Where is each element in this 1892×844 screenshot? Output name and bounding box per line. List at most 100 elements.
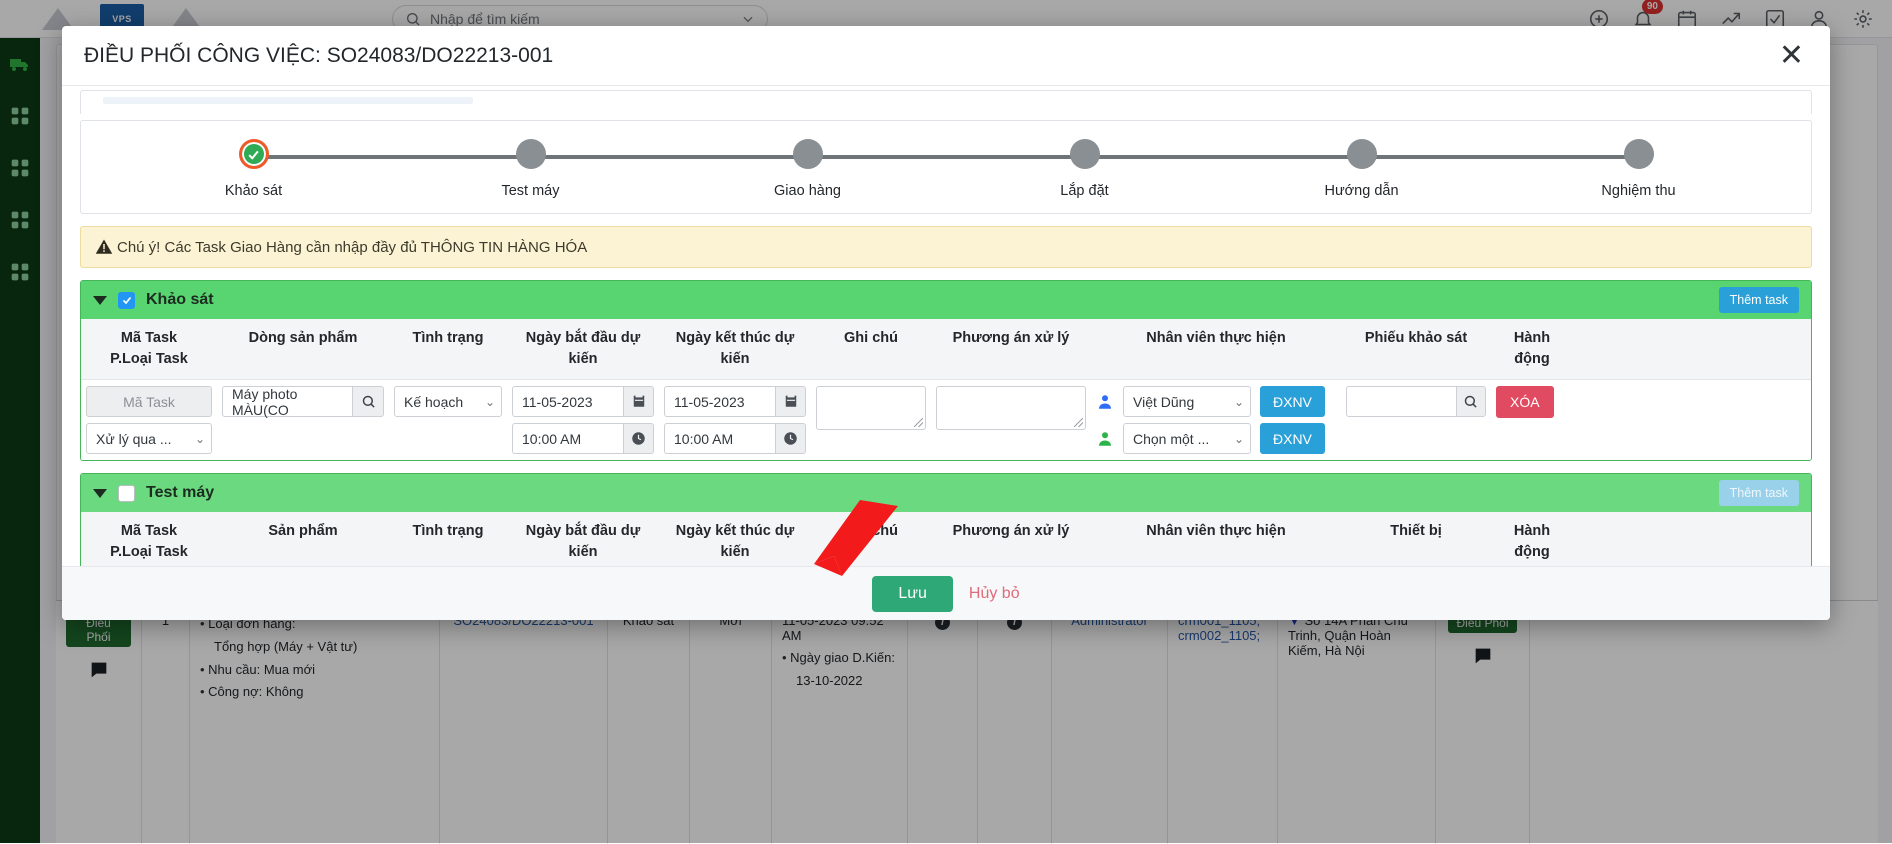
section-title-khao-sat: Khảo sát <box>146 291 1708 309</box>
cell-note <box>811 386 931 430</box>
step-label-3: Lắp đặt <box>1060 183 1108 199</box>
task-type-value: Xử lý qua ... <box>96 431 172 447</box>
grid-header-khao-sat: Mã TaskP.Loại Task Dòng sản phẩm Tình tr… <box>81 319 1811 380</box>
step-dot-1 <box>516 139 546 169</box>
cell-status: Kế hoạch ⌄ <box>389 386 507 417</box>
section-khao-sat: Khảo sát Thêm task Mã TaskP.Loại Task Dò… <box>80 280 1812 461</box>
clock-icon[interactable] <box>623 423 654 454</box>
note-textarea[interactable] <box>816 386 926 430</box>
close-icon[interactable]: ✕ <box>1775 41 1808 71</box>
step-dot-3 <box>1070 139 1100 169</box>
person-icon-green <box>1096 430 1114 448</box>
calendar-icon[interactable] <box>623 386 654 417</box>
col-ngay-bat-dau: Ngày bắt đầu dự kiến <box>507 319 659 379</box>
col-ngay-ket-thuc: Ngày kết thúc dự kiến <box>659 319 811 379</box>
workflow-stepper-card: Khảo sát Test máy Giao hàng <box>80 120 1812 214</box>
chevron-down-icon: ⌄ <box>1234 395 1244 409</box>
col-ghi-chu: Ghi chú <box>811 319 931 379</box>
product-input[interactable]: Máy photo MÀU(CO <box>222 386 352 417</box>
cell-survey-form <box>1341 386 1491 417</box>
step-test-may[interactable]: Test máy <box>392 139 669 199</box>
col-phuong-an: Phương án xử lý <box>931 319 1091 379</box>
cell-start: 11-05-2023 10:00 AM <box>507 386 659 454</box>
section-checkbox-khao-sat[interactable] <box>118 292 135 309</box>
dispatch-work-modal: ĐIỀU PHỐI CÔNG VIỆC: SO24083/DO22213-001… <box>62 26 1830 620</box>
employee-select-2[interactable]: Chọn một ... ⌄ <box>1123 423 1251 454</box>
section-header-test-may[interactable]: Test máy Thêm task <box>81 474 1811 512</box>
step-nghiem-thu[interactable]: Nghiệm thu <box>1500 139 1777 199</box>
col-dong-san-pham: Dòng sản phẩm <box>217 319 389 379</box>
cell-end: 11-05-2023 10:00 AM <box>659 386 811 454</box>
step-lap-dat[interactable]: Lắp đặt <box>946 139 1223 199</box>
employee-row-1: Việt Dũng ⌄ ĐXNV <box>1096 386 1336 417</box>
warning-banner: Chú ý! Các Task Giao Hàng cần nhập đầy đ… <box>80 226 1812 268</box>
col-thiet-bi: Thiết bị <box>1341 512 1491 566</box>
section-header-khao-sat[interactable]: Khảo sát Thêm task <box>81 281 1811 319</box>
start-time-input[interactable]: 10:00 AM <box>512 423 623 454</box>
check-icon <box>121 294 133 306</box>
col-phieu-khao-sat: Phiếu khảo sát <box>1341 319 1491 379</box>
section-test-may: Test máy Thêm task Mã TaskP.Loại Task Sả… <box>80 473 1812 566</box>
step-giao-hang[interactable]: Giao hàng <box>669 139 946 199</box>
col-ngay-bat-dau-2: Ngày bắt đầu dự kiến <box>507 512 659 566</box>
step-huong-dan[interactable]: Hướng dẫn <box>1223 139 1500 199</box>
col-san-pham: Sản phẩm <box>217 512 389 566</box>
person-icon-blue <box>1096 393 1114 411</box>
step-dot-done <box>239 139 269 169</box>
step-label-1: Test máy <box>501 183 559 199</box>
clock-icon[interactable] <box>775 423 806 454</box>
cell-actions: XÓA <box>1491 386 1573 418</box>
warning-triangle-icon <box>95 238 113 256</box>
grid-header-test-may: Mã TaskP.Loại Task Sản phẩm Tình trạng N… <box>81 512 1811 566</box>
step-dot-2 <box>793 139 823 169</box>
chevron-down-icon: ⌄ <box>195 432 205 446</box>
partial-top-panel <box>80 90 1812 114</box>
task-code-input[interactable]: Mã Task <box>86 386 212 417</box>
status-select[interactable]: Kế hoạch ⌄ <box>394 386 502 417</box>
modal-header: ĐIỀU PHỐI CÔNG VIỆC: SO24083/DO22213-001… <box>62 26 1830 86</box>
step-khao-sat[interactable]: Khảo sát <box>115 139 392 199</box>
modal-body: Khảo sát Test máy Giao hàng <box>62 86 1830 566</box>
warning-text: Chú ý! Các Task Giao Hàng cần nhập đầy đ… <box>117 239 587 256</box>
end-date-input[interactable]: 11-05-2023 <box>664 386 775 417</box>
col-hanh-dong-2: Hành động <box>1491 512 1573 566</box>
collapse-caret-icon[interactable] <box>93 489 107 498</box>
add-task-button-khao-sat[interactable]: Thêm task <box>1719 287 1799 313</box>
step-dot-4 <box>1347 139 1377 169</box>
dxnv-button-1[interactable]: ĐXNV <box>1260 386 1325 417</box>
task-row-khao-sat: Mã Task Xử lý qua ... ⌄ Máy photo MÀU(CO <box>81 380 1811 460</box>
check-icon <box>246 147 261 162</box>
start-date-input[interactable]: 11-05-2023 <box>512 386 623 417</box>
cancel-button[interactable]: Hủy bỏ <box>969 585 1020 603</box>
top-panel-placeholder <box>103 97 473 104</box>
section-title-test-may: Test máy <box>146 484 1708 502</box>
collapse-caret-icon[interactable] <box>93 296 107 305</box>
search-icon[interactable] <box>352 386 384 417</box>
dxnv-button-2[interactable]: ĐXNV <box>1260 423 1325 454</box>
status-value: Kế hoạch <box>404 394 463 410</box>
cell-employees: Việt Dũng ⌄ ĐXNV Chọn một ... ⌄ <box>1091 386 1341 454</box>
section-checkbox-test-may[interactable] <box>118 485 135 502</box>
employee-select-1[interactable]: Việt Dũng ⌄ <box>1123 386 1251 417</box>
task-type-select[interactable]: Xử lý qua ... ⌄ <box>86 423 212 454</box>
add-task-button-test-may[interactable]: Thêm task <box>1719 480 1799 506</box>
plan-textarea[interactable] <box>936 386 1086 430</box>
col-ma-task: Mã TaskP.Loại Task <box>81 319 217 379</box>
search-icon[interactable] <box>1456 386 1486 417</box>
chevron-down-icon: ⌄ <box>485 395 495 409</box>
save-button[interactable]: Lưu <box>872 576 953 612</box>
cell-ma-task: Mã Task Xử lý qua ... ⌄ <box>81 386 217 454</box>
survey-form-input[interactable] <box>1346 386 1456 417</box>
delete-button[interactable]: XÓA <box>1496 386 1554 418</box>
cell-plan <box>931 386 1091 430</box>
col-nhan-vien-2: Nhân viên thực hiện <box>1091 512 1341 566</box>
end-time-input[interactable]: 10:00 AM <box>664 423 775 454</box>
calendar-icon[interactable] <box>775 386 806 417</box>
employee-row-2: Chọn một ... ⌄ ĐXNV <box>1096 423 1336 454</box>
chevron-down-icon: ⌄ <box>1234 432 1244 446</box>
col-tinh-trang-2: Tình trạng <box>389 512 507 566</box>
modal-title: ĐIỀU PHỐI CÔNG VIỆC: SO24083/DO22213-001 <box>84 44 1775 68</box>
cell-product: Máy photo MÀU(CO <box>217 386 389 417</box>
modal-footer: Lưu Hủy bỏ <box>62 566 1830 620</box>
col-nhan-vien: Nhân viên thực hiện <box>1091 319 1341 379</box>
